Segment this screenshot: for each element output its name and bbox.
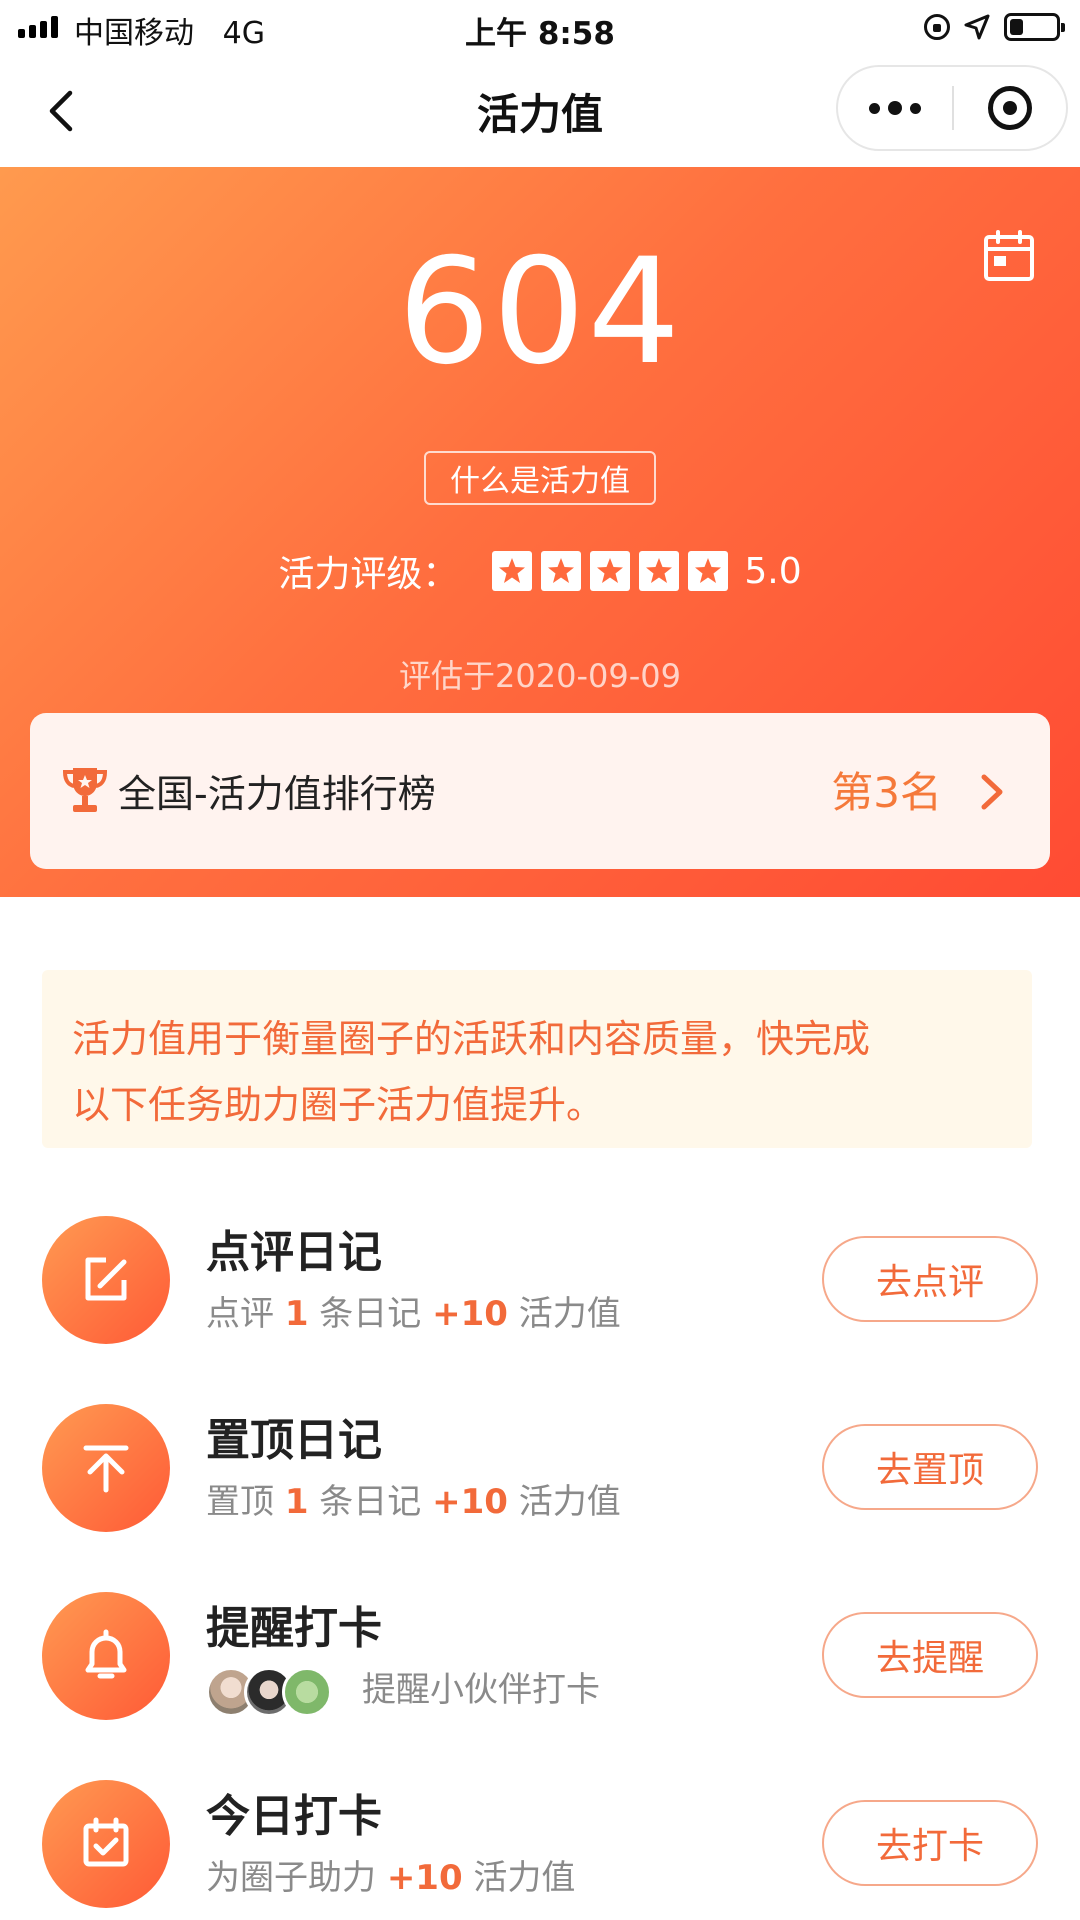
task-desc: 为圈子助力 +10 活力值 [206, 1858, 576, 1898]
hero-panel: 604 什么是活力值 活力评级： 5.0 评估于2020-09-09 全国-活力… [0, 167, 1080, 897]
target-circle-icon [988, 86, 1032, 130]
rotation-lock-icon [924, 14, 950, 40]
close-mini-program-button[interactable] [954, 67, 1066, 149]
go-pin-button[interactable]: 去置顶 [822, 1424, 1038, 1510]
bell-icon [42, 1592, 170, 1720]
notice-line-2: 以下任务助力圈子活力值提升。 [72, 1083, 605, 1127]
calendar-check-icon [42, 1780, 170, 1908]
task-today-checkin: 今日打卡 为圈子助力 +10 活力值 去打卡 [0, 1766, 1080, 1916]
mini-program-capsule [836, 65, 1068, 151]
vitality-notice: 活力值用于衡量圈子的活跃和内容质量，快完成 以下任务助力圈子活力值提升。 [42, 970, 1032, 1148]
edit-icon [42, 1216, 170, 1344]
go-remind-button[interactable]: 去提醒 [822, 1612, 1038, 1698]
task-title: 置顶日记 [206, 1415, 382, 1466]
task-desc: 置顶 1 条日记 +10 活力值 [206, 1482, 621, 1522]
status-bar: 中国移动 4G 上午 8:58 [0, 0, 1080, 55]
status-time: 上午 8:58 [465, 16, 615, 52]
status-icons [924, 11, 1065, 43]
star-icon [492, 551, 533, 591]
pin-top-icon [42, 1404, 170, 1532]
chevron-right-icon [981, 774, 1003, 810]
location-arrow-icon [964, 14, 990, 40]
rating-row: 活力评级： 5.0 [0, 545, 1080, 597]
notice-line-1: 活力值用于衡量圈子的活跃和内容质量，快完成 [72, 1017, 871, 1061]
task-pin-diary: 置顶日记 置顶 1 条日记 +10 活力值 去置顶 [0, 1390, 1080, 1540]
avatar [282, 1666, 332, 1717]
star-icon [688, 551, 729, 591]
ranking-title: 全国-活力值排行榜 [118, 772, 436, 816]
evaluation-date: 评估于2020-09-09 [399, 657, 681, 695]
battery-icon [1004, 13, 1065, 41]
task-desc: 点评 1 条日记 +10 活力值 [206, 1294, 621, 1334]
ranking-card[interactable]: 全国-活力值排行榜 第3名 [30, 713, 1050, 869]
task-remind-checkin: 提醒打卡 提醒小伙伴打卡 去提醒 [0, 1578, 1080, 1728]
member-avatars [206, 1666, 332, 1717]
task-title: 提醒打卡 [206, 1603, 382, 1654]
go-review-button[interactable]: 去点评 [822, 1236, 1038, 1322]
star-icon [590, 551, 631, 591]
trophy-icon [62, 768, 108, 812]
more-dots-icon[interactable] [838, 67, 952, 149]
rating-stars [492, 551, 729, 591]
task-title: 今日打卡 [206, 1791, 382, 1842]
task-review-diary: 点评日记 点评 1 条日记 +10 活力值 去点评 [0, 1202, 1080, 1352]
rating-label: 活力评级： [278, 554, 459, 595]
star-icon [639, 551, 680, 591]
ranking-value: 第3名 [831, 768, 942, 817]
rating-value: 5.0 [744, 550, 802, 592]
what-is-vitality-button[interactable]: 什么是活力值 [424, 451, 656, 505]
go-checkin-button[interactable]: 去打卡 [822, 1800, 1038, 1886]
nav-bar: 活力值 [0, 55, 1080, 167]
page: 中国移动 4G 上午 8:58 活力值 604 什么是活力值 活力评级： 5.0… [0, 0, 1080, 1920]
vitality-score: 604 [397, 227, 683, 397]
task-title: 点评日记 [206, 1227, 382, 1278]
star-icon [541, 551, 582, 591]
task-desc: 提醒小伙伴打卡 [206, 1662, 600, 1717]
